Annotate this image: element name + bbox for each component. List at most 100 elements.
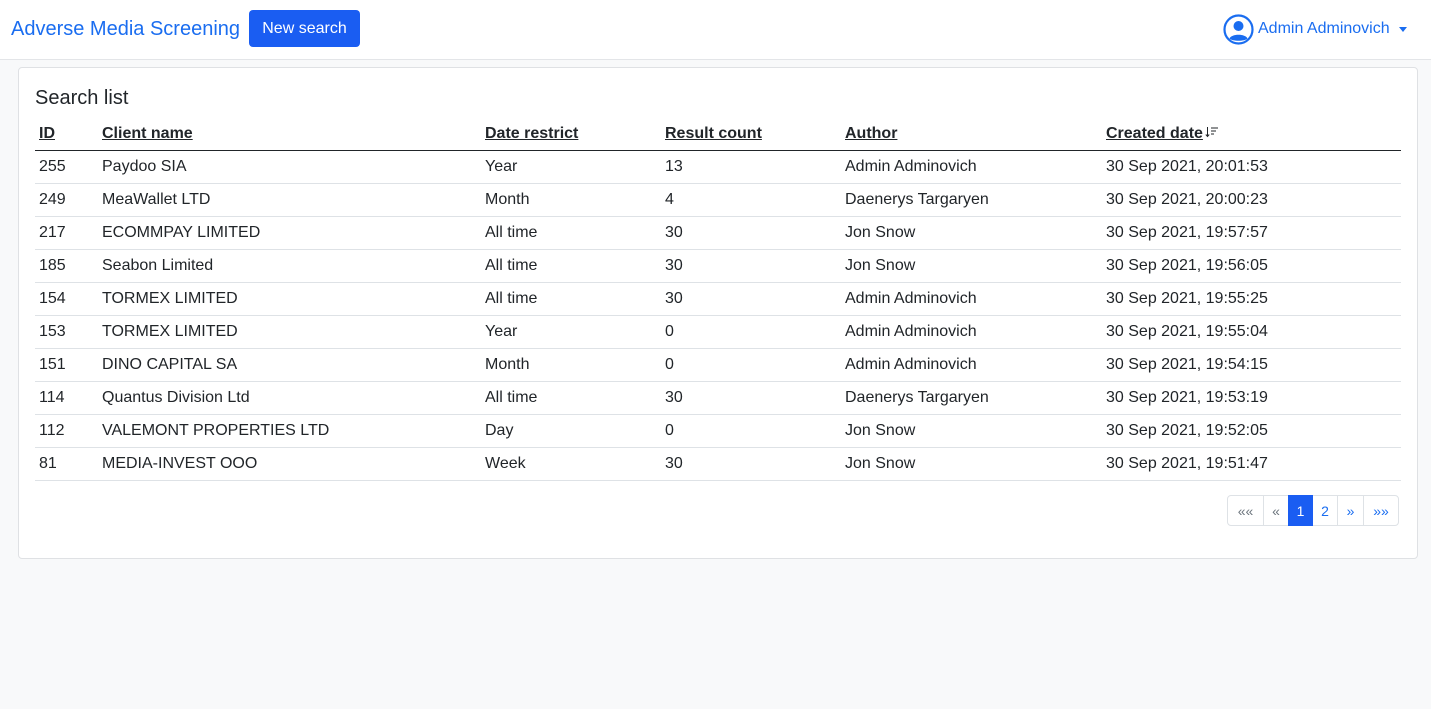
cell-id: 81 bbox=[35, 447, 98, 481]
cell-result-count: 4 bbox=[661, 183, 841, 217]
cell-author: Jon Snow bbox=[841, 249, 1102, 283]
cell-client-name: DINO CAPITAL SA bbox=[98, 348, 481, 382]
sort-by-id-link[interactable]: ID bbox=[39, 125, 55, 142]
pagination: «« « 1 2 » »» bbox=[1227, 495, 1399, 526]
cell-result-count: 30 bbox=[661, 282, 841, 316]
cell-created-date: 30 Sep 2021, 20:00:23 bbox=[1102, 183, 1401, 217]
sort-by-author-link[interactable]: Author bbox=[845, 125, 897, 142]
cell-client-name: Seabon Limited bbox=[98, 249, 481, 283]
cell-created-date: 30 Sep 2021, 19:55:04 bbox=[1102, 315, 1401, 349]
sort-by-client-link[interactable]: Client name bbox=[102, 125, 193, 142]
sort-descending-icon[interactable] bbox=[1205, 125, 1219, 143]
cell-client-name: Paydoo SIA bbox=[98, 150, 481, 184]
cell-date-restrict: All time bbox=[481, 249, 661, 283]
next-page-button[interactable]: » bbox=[1337, 495, 1364, 526]
cell-date-restrict: All time bbox=[481, 381, 661, 415]
cell-result-count: 0 bbox=[661, 315, 841, 349]
cell-id: 217 bbox=[35, 216, 98, 250]
cell-client-name: ECOMMPAY LIMITED bbox=[98, 216, 481, 250]
cell-result-count: 0 bbox=[661, 414, 841, 448]
cell-author: Daenerys Targaryen bbox=[841, 183, 1102, 217]
header-author: Author bbox=[841, 118, 1102, 151]
cell-result-count: 0 bbox=[661, 348, 841, 382]
cell-author: Admin Adminovich bbox=[841, 282, 1102, 316]
cell-author: Jon Snow bbox=[841, 414, 1102, 448]
page-button-1[interactable]: 1 bbox=[1288, 495, 1313, 526]
page-button-2[interactable]: 2 bbox=[1312, 495, 1338, 526]
last-page-button[interactable]: »» bbox=[1363, 495, 1399, 526]
cell-created-date: 30 Sep 2021, 19:52:05 bbox=[1102, 414, 1401, 448]
cell-id: 153 bbox=[35, 315, 98, 349]
table-row[interactable]: 153 TORMEX LIMITED Year 0 Admin Adminovich 30… bbox=[35, 315, 1401, 349]
user-name: Admin Adminovich bbox=[1258, 20, 1390, 37]
cell-author: Daenerys Targaryen bbox=[841, 381, 1102, 415]
cell-author: Admin Adminovich bbox=[841, 348, 1102, 382]
table-row[interactable]: 154 TORMEX LIMITED All time 30 Admin Adminov… bbox=[35, 282, 1401, 316]
cell-created-date: 30 Sep 2021, 19:55:25 bbox=[1102, 282, 1401, 316]
cell-id: 154 bbox=[35, 282, 98, 316]
caret-down-icon bbox=[1398, 27, 1407, 32]
table-row[interactable]: 217 ECOMMPAY LIMITED All time 30 Jon Snow 30 … bbox=[35, 216, 1401, 250]
table-row[interactable]: 249 MeaWallet LTD Month 4 Daenerys Targaryen… bbox=[35, 183, 1401, 217]
sort-by-created-date-link[interactable]: Created date bbox=[1106, 125, 1203, 142]
table-row[interactable]: 255 Paydoo SIA Year 13 Admin Adminovich 30 Se… bbox=[35, 150, 1401, 184]
cell-id: 114 bbox=[35, 381, 98, 415]
cell-created-date: 30 Sep 2021, 19:53:19 bbox=[1102, 381, 1401, 415]
header-created-date: Created date bbox=[1102, 118, 1401, 151]
cell-id: 185 bbox=[35, 249, 98, 283]
cell-date-restrict: All time bbox=[481, 282, 661, 316]
prev-page-button[interactable]: « bbox=[1263, 495, 1289, 526]
card-title: Search list bbox=[35, 87, 129, 109]
user-avatar-icon bbox=[1223, 13, 1254, 45]
cell-date-restrict: Year bbox=[481, 315, 661, 349]
cell-author: Jon Snow bbox=[841, 216, 1102, 250]
header-result-count: Result count bbox=[661, 118, 841, 151]
cell-created-date: 30 Sep 2021, 20:01:53 bbox=[1102, 150, 1401, 184]
cell-id: 112 bbox=[35, 414, 98, 448]
table-row[interactable]: 112 VALEMONT PROPERTIES LTD Day 0 Jon Snow 30… bbox=[35, 414, 1401, 448]
cell-client-name: TORMEX LIMITED bbox=[98, 282, 481, 316]
brand-link[interactable]: Adverse Media Screening bbox=[11, 17, 240, 41]
search-list-card: Search list ID Client name Date restrict… bbox=[18, 67, 1418, 559]
cell-created-date: 30 Sep 2021, 19:56:05 bbox=[1102, 249, 1401, 283]
cell-result-count: 30 bbox=[661, 447, 841, 481]
cell-date-restrict: Week bbox=[481, 447, 661, 481]
cell-author: Jon Snow bbox=[841, 447, 1102, 481]
sort-by-date-restrict-link[interactable]: Date restrict bbox=[485, 125, 578, 142]
sort-by-result-count-link[interactable]: Result count bbox=[665, 125, 762, 142]
cell-client-name: TORMEX LIMITED bbox=[98, 315, 481, 349]
table-body: 255 Paydoo SIA Year 13 Admin Adminovich 30 Se… bbox=[35, 150, 1401, 481]
table-row[interactable]: 114 Quantus Division Ltd All time 30 Daenery… bbox=[35, 381, 1401, 415]
cell-result-count: 30 bbox=[661, 381, 841, 415]
cell-created-date: 30 Sep 2021, 19:54:15 bbox=[1102, 348, 1401, 382]
cell-client-name: VALEMONT PROPERTIES LTD bbox=[98, 414, 481, 448]
cell-created-date: 30 Sep 2021, 19:51:47 bbox=[1102, 447, 1401, 481]
new-search-button[interactable]: New search bbox=[249, 10, 360, 47]
header-date-restrict: Date restrict bbox=[481, 118, 661, 151]
cell-client-name: MeaWallet LTD bbox=[98, 183, 481, 217]
cell-date-restrict: Day bbox=[481, 414, 661, 448]
cell-id: 255 bbox=[35, 150, 98, 184]
header-id: ID bbox=[35, 118, 98, 151]
cell-created-date: 30 Sep 2021, 19:57:57 bbox=[1102, 216, 1401, 250]
user-menu-toggle[interactable]: Admin Adminovich bbox=[1223, 13, 1407, 45]
table-row[interactable]: 151 DINO CAPITAL SA Month 0 Admin Adminovich… bbox=[35, 348, 1401, 382]
header-client-name: Client name bbox=[98, 118, 481, 151]
cell-result-count: 30 bbox=[661, 216, 841, 250]
first-page-button[interactable]: «« bbox=[1227, 495, 1264, 526]
top-navbar: Adverse Media Screening New search Admin… bbox=[0, 0, 1431, 60]
table-header-row: ID Client name Date restrict Result coun… bbox=[35, 118, 1401, 151]
cell-date-restrict: All time bbox=[481, 216, 661, 250]
search-table: ID Client name Date restrict Result coun… bbox=[35, 118, 1401, 481]
cell-result-count: 13 bbox=[661, 150, 841, 184]
cell-client-name: Quantus Division Ltd bbox=[98, 381, 481, 415]
cell-date-restrict: Month bbox=[481, 348, 661, 382]
cell-id: 151 bbox=[35, 348, 98, 382]
cell-date-restrict: Year bbox=[481, 150, 661, 184]
cell-date-restrict: Month bbox=[481, 183, 661, 217]
table-row[interactable]: 185 Seabon Limited All time 30 Jon Snow 30 Se… bbox=[35, 249, 1401, 283]
cell-author: Admin Adminovich bbox=[841, 315, 1102, 349]
cell-result-count: 30 bbox=[661, 249, 841, 283]
cell-id: 249 bbox=[35, 183, 98, 217]
table-row[interactable]: 81 MEDIA-INVEST OOO Week 30 Jon Snow 30 Sep 2… bbox=[35, 447, 1401, 481]
